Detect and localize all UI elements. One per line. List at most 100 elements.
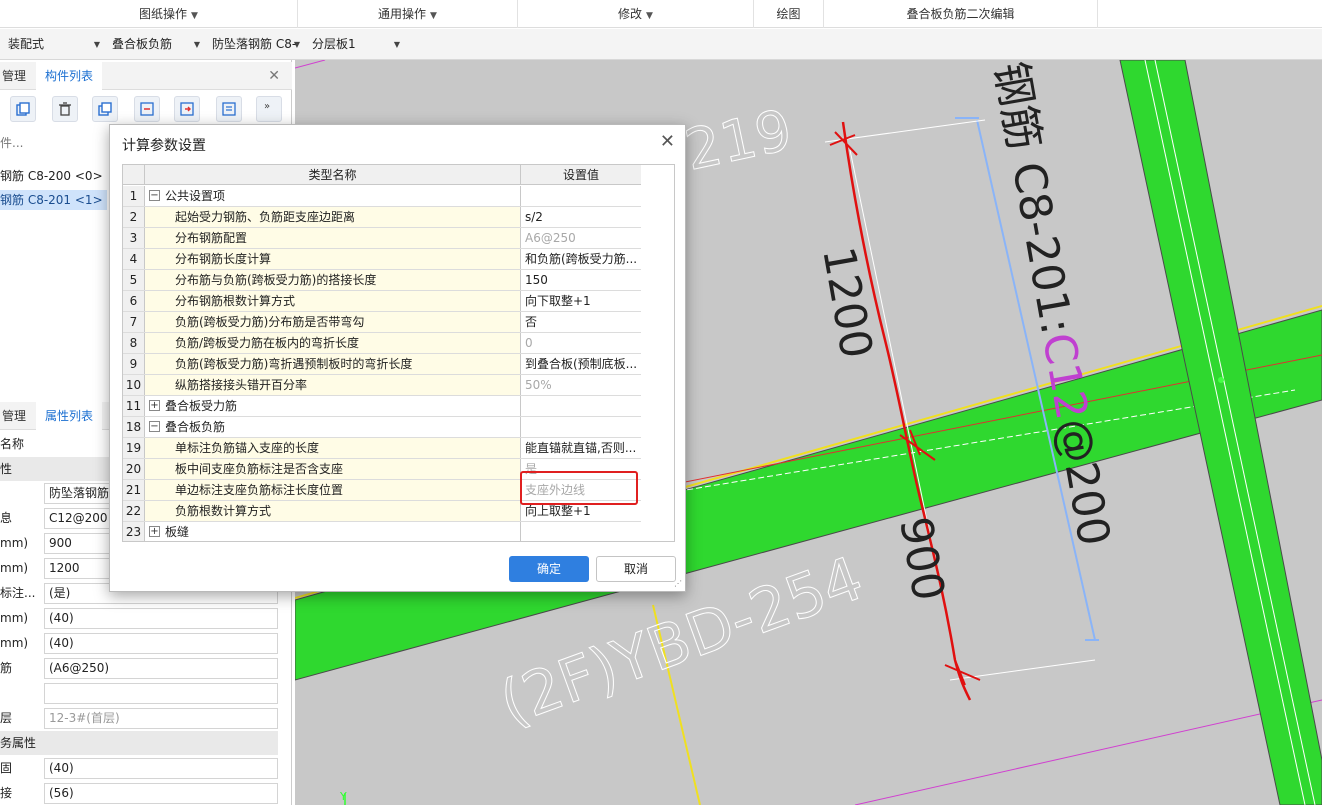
property-value[interactable]: (A6@250): [44, 658, 278, 679]
component-tabs: 管理 构件列表 ✕: [0, 62, 292, 90]
row-value[interactable]: 否: [521, 312, 642, 332]
row-name: + 板缝: [145, 522, 521, 541]
ribbon-group-drawing-ops[interactable]: 图纸操作 ▼: [40, 0, 298, 28]
collapse-icon[interactable]: −: [149, 421, 160, 432]
table-row[interactable]: 2 起始受力钢筋、负筋距支座边距离 s/2: [123, 207, 642, 228]
resize-grip-icon[interactable]: ⋰: [674, 579, 682, 588]
ribbon-group-label: 叠合板负筋二次编辑: [906, 7, 1015, 21]
property-value[interactable]: (40): [44, 633, 278, 654]
list-item-selected[interactable]: 钢筋 C8-201 <1>: [0, 190, 107, 210]
tab-component-list[interactable]: 构件列表: [36, 62, 102, 90]
table-row[interactable]: 4 分布钢筋长度计算 和负筋(跨板受力筋...: [123, 249, 642, 270]
ribbon-group-common-ops[interactable]: 通用操作 ▼: [298, 0, 518, 28]
chevron-down-icon: ▼: [193, 40, 200, 49]
row-number: 3: [123, 228, 145, 248]
row-name: 单边标注支座负筋标注长度位置: [145, 480, 521, 500]
table-row[interactable]: 1− 公共设置项: [123, 186, 642, 207]
row-name: 负筋(跨板受力筋)分布筋是否带弯勾: [145, 312, 521, 332]
component-select[interactable]: 防坠落钢筋 C8- ▼: [204, 32, 304, 57]
property-label: 息: [0, 511, 13, 525]
property-row: 层 12-3#(首层): [0, 706, 292, 731]
chevron-down-icon: ▼: [191, 11, 198, 21]
export-button[interactable]: [174, 96, 200, 122]
select-value: 防坠落钢筋 C8-: [212, 37, 297, 51]
table-row[interactable]: 6 分布钢筋根数计算方式 向下取整+1: [123, 291, 642, 312]
expand-icon[interactable]: +: [149, 400, 160, 411]
row-value[interactable]: s/2: [521, 207, 642, 227]
row-value[interactable]: 和负筋(跨板受力筋...: [521, 249, 642, 269]
dim-1200-group: 1200: [812, 243, 882, 362]
row-name: 分布钢筋配置: [145, 228, 521, 248]
property-header-label: 名称: [0, 437, 25, 451]
property-row: 筋 (A6@250): [0, 656, 292, 681]
ok-button[interactable]: 确定: [509, 556, 589, 582]
property-label: mm): [0, 561, 29, 575]
row-value[interactable]: 0: [521, 333, 642, 353]
row-value[interactable]: 50%: [521, 375, 642, 395]
tab-manage[interactable]: 管理: [0, 62, 36, 90]
more-button[interactable]: »: [256, 96, 282, 122]
expand-icon[interactable]: +: [149, 526, 160, 537]
table-row[interactable]: 23 + 板缝: [123, 522, 642, 541]
delete-button[interactable]: [52, 96, 78, 122]
property-value[interactable]: (40): [44, 758, 278, 779]
ribbon-group-draw[interactable]: 绘图: [754, 0, 824, 28]
row-name-text: 单标注负筋锚入支座的长度: [175, 441, 320, 455]
property-value[interactable]: [44, 683, 278, 704]
cancel-button[interactable]: 取消: [596, 556, 676, 582]
property-value[interactable]: (40): [44, 608, 278, 629]
row-name-text: 分布钢筋长度计算: [175, 252, 272, 266]
component-search-input[interactable]: 件...: [0, 134, 23, 151]
close-icon[interactable]: ✕: [660, 131, 675, 152]
row-name-text: 负筋(跨板受力筋)弯折遇预制板时的弯折长度: [175, 357, 413, 371]
row-number: 5: [123, 270, 145, 290]
tab-manage-props[interactable]: 管理: [0, 402, 36, 430]
row-name: 起始受力钢筋、负筋距支座边距离: [145, 207, 521, 227]
table-row[interactable]: 3 分布钢筋配置 A6@250: [123, 228, 642, 249]
collapse-icon[interactable]: −: [149, 190, 160, 201]
ribbon: 图纸操作 ▼ 通用操作 ▼ 修改 ▼ 绘图 叠合板负筋二次编辑: [0, 0, 1322, 28]
axis-y-label: Y: [339, 790, 347, 803]
table-row[interactable]: 9 负筋(跨板受力筋)弯折遇预制板时的弯折长度 到叠合板(预制底板...: [123, 354, 642, 375]
duplicate-button[interactable]: [92, 96, 118, 122]
table-row[interactable]: 10 纵筋搭接接头错开百分率 50%: [123, 375, 642, 396]
copy-button[interactable]: [10, 96, 36, 122]
component-type-select[interactable]: 叠合板负筋 ▼: [104, 32, 204, 57]
row-value[interactable]: 能直锚就直锚,否则...: [521, 438, 642, 458]
magenta-line: [295, 60, 326, 69]
table-row[interactable]: 7 负筋(跨板受力筋)分布筋是否带弯勾 否: [123, 312, 642, 333]
table-row[interactable]: 5 分布筋与负筋(跨板受力筋)的搭接长度 150: [123, 270, 642, 291]
row-name-text: 公共设置项: [165, 189, 226, 203]
row-value[interactable]: 到叠合板(预制底板...: [521, 354, 642, 374]
ribbon-group-modify[interactable]: 修改 ▼: [518, 0, 754, 28]
ribbon-group-secondary-edit[interactable]: 叠合板负筋二次编辑: [824, 0, 1098, 28]
property-row: [0, 681, 292, 706]
row-value[interactable]: 150: [521, 270, 642, 290]
export-icon: [180, 102, 194, 116]
tab-property-list[interactable]: 属性列表: [36, 402, 102, 430]
row-name: 负筋/跨板受力筋在板内的弯折长度: [145, 333, 521, 353]
table-row[interactable]: 8 负筋/跨板受力筋在板内的弯折长度 0: [123, 333, 642, 354]
list-item[interactable]: 钢筋 C8-200 <0>: [0, 166, 107, 186]
ribbon-group-label: 通用操作: [378, 7, 427, 21]
table-row[interactable]: 11 + 叠合板受力筋: [123, 396, 642, 417]
import-button[interactable]: [134, 96, 160, 122]
table-row[interactable]: 19 单标注负筋锚入支座的长度 能直锚就直锚,否则...: [123, 438, 642, 459]
row-name-text: 叠合板受力筋: [165, 399, 238, 413]
list-button[interactable]: [216, 96, 242, 122]
table-row[interactable]: 18− 叠合板负筋: [123, 417, 642, 438]
row-value[interactable]: 向下取整+1: [521, 291, 642, 311]
close-icon[interactable]: ✕: [268, 62, 280, 90]
axis-point: [1218, 377, 1224, 383]
chevron-down-icon: ▼: [646, 11, 653, 21]
row-number: 21: [123, 480, 145, 500]
grid-scrollbar-area[interactable]: [641, 165, 674, 541]
property-value[interactable]: (56): [44, 783, 278, 804]
property-section[interactable]: 务属性: [0, 731, 278, 755]
row-value[interactable]: A6@250: [521, 228, 642, 248]
code-219: 219: [679, 98, 797, 184]
row-name: 负筋根数计算方式: [145, 501, 521, 521]
layer-select[interactable]: 分层板1 ▼: [304, 32, 404, 57]
row-name-text: 分布钢筋配置: [175, 231, 248, 245]
category-select[interactable]: 装配式 ▼: [0, 32, 104, 57]
